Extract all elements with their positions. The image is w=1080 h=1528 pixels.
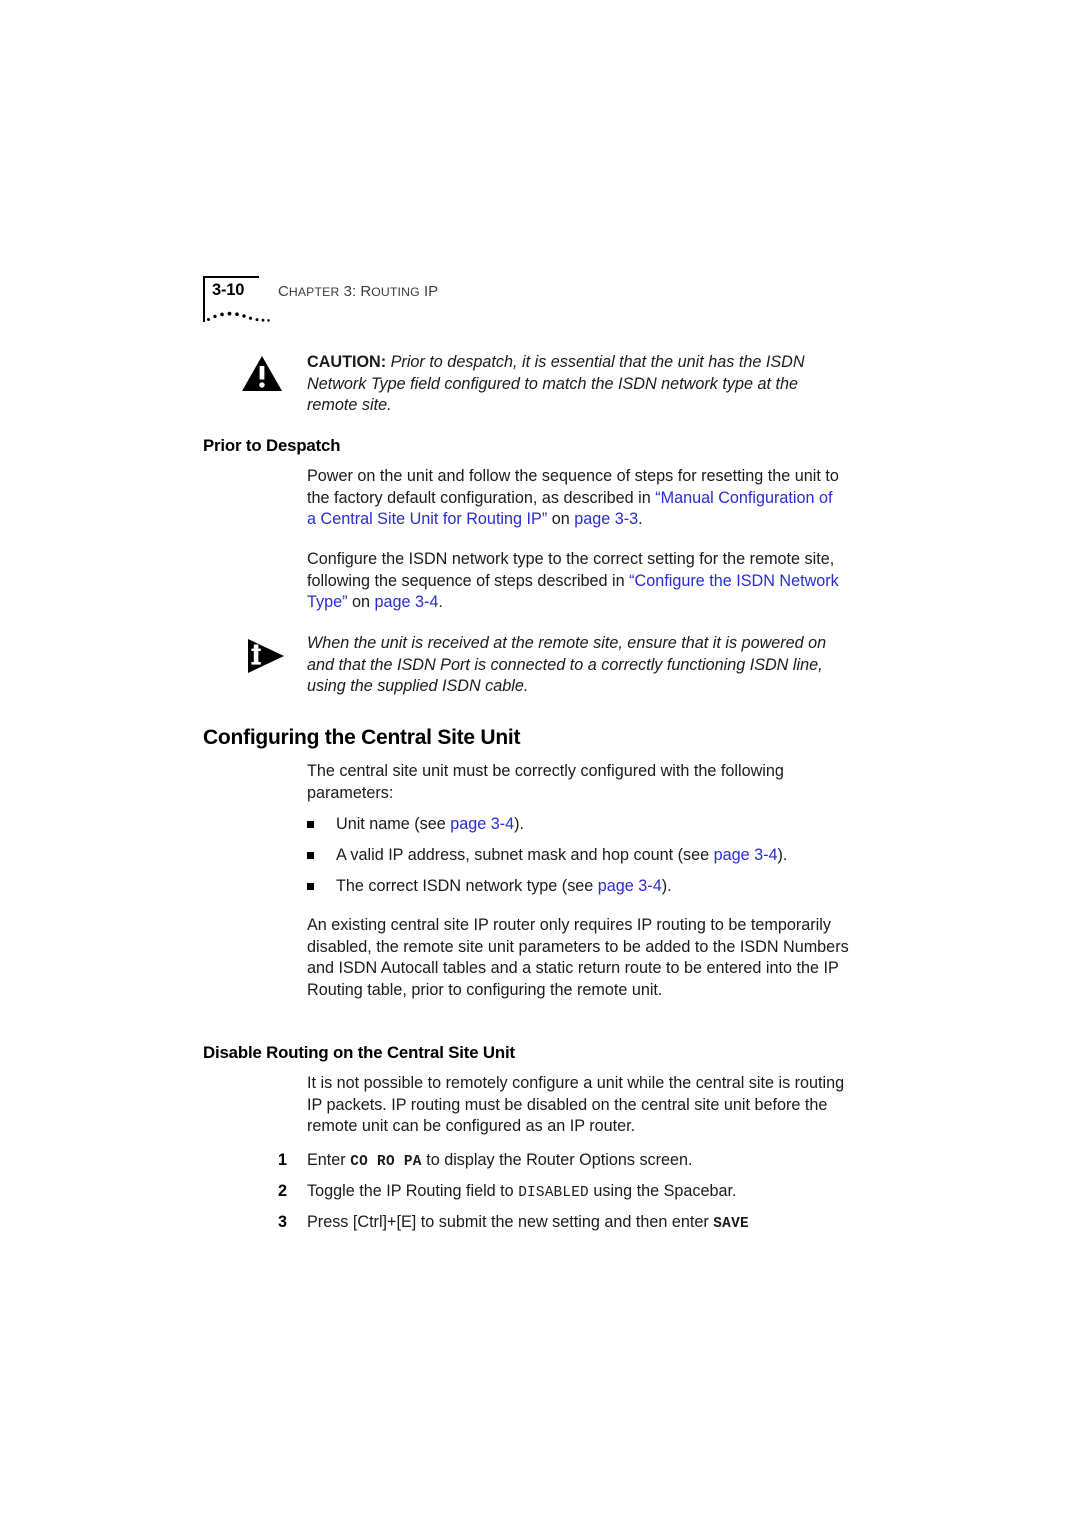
square-bullet-icon [307, 883, 314, 890]
list-item-text: The correct ISDN network type (see page … [336, 876, 852, 898]
running-header: 3-10 CHAPTER 3: ROUTING IP [203, 276, 863, 328]
chapter-name-smallcaps: OUTING [371, 285, 420, 299]
page-number: 3-10 [212, 281, 245, 299]
header-dot-arc [207, 311, 270, 322]
command-code: CO RO PA [350, 1154, 422, 1170]
step-text: Enter CO RO PA to display the Router Opt… [307, 1150, 853, 1174]
header-left-rule [203, 276, 205, 322]
step-number: 2 [278, 1182, 288, 1200]
page-reference-link[interactable]: page 3-4 [598, 877, 662, 895]
para1-after: . [638, 510, 643, 529]
caution-text: CAUTION: Prior to despatch, it is essent… [307, 352, 847, 417]
caution-label: CAUTION: [307, 353, 387, 371]
square-bullet-icon [307, 852, 314, 859]
chapter-number: 3: [339, 283, 361, 300]
page-reference-link[interactable]: page 3-4 [375, 593, 439, 611]
command-code: SAVE [713, 1216, 749, 1232]
list-item-text: Unit name (see page 3-4). [336, 814, 852, 836]
heading-prior-to-despatch: Prior to Despatch [203, 436, 341, 455]
paragraph-text: Power on the unit and follow the sequenc… [307, 466, 845, 531]
chapter-label-smallcaps: HAPTER [288, 285, 340, 299]
step-number: 3 [278, 1213, 288, 1231]
numbered-step: 1 Enter CO RO PA to display the Router O… [278, 1150, 853, 1174]
para1-mid: on [547, 510, 575, 529]
step-before: Toggle the IP Routing field to [307, 1182, 519, 1200]
bullet-after: ). [514, 815, 525, 833]
step-text: Toggle the IP Routing field to DISABLED … [307, 1181, 853, 1205]
note-text: When the unit is received at the remote … [307, 634, 827, 696]
step-number: 1 [278, 1151, 288, 1169]
configuring-body-paragraph: An existing central site IP router only … [307, 916, 849, 999]
para2-mid: on [347, 593, 375, 612]
chapter-name-last: IP [419, 283, 439, 300]
page-reference-link[interactable]: page 3-3 [574, 510, 638, 528]
chapter-title: CHAPTER 3: ROUTING IP [278, 283, 438, 300]
step-after: using the Spacebar. [588, 1182, 737, 1200]
step-text: Press [Ctrl]+[E] to submit the new setti… [307, 1212, 853, 1236]
value-code: DISABLED [518, 1185, 589, 1201]
page-reference-link[interactable]: page 3-4 [714, 846, 778, 864]
list-item: A valid IP address, subnet mask and hop … [307, 845, 852, 867]
disable-routing-paragraph: It is not possible to remotely configure… [307, 1074, 845, 1136]
bullet-before: A valid IP address, subnet mask and hop … [336, 846, 714, 864]
bullet-before: Unit name (see [336, 815, 451, 833]
header-top-rule [203, 276, 259, 278]
para2-after: . [438, 593, 443, 612]
bullet-before: The correct ISDN network type (see [336, 877, 598, 895]
step-before: Press [Ctrl]+[E] to submit the new setti… [307, 1213, 714, 1231]
paragraph-text: Configure the ISDN network type to the c… [307, 549, 845, 614]
configuring-intro-paragraph: The central site unit must be correctly … [307, 762, 784, 802]
warning-triangle-icon [241, 354, 283, 394]
prior-to-despatch-paragraph-1: Power on the unit and follow the sequenc… [307, 466, 845, 531]
heading-disable-routing: Disable Routing on the Central Site Unit [203, 1043, 515, 1062]
square-bullet-icon [307, 821, 314, 828]
step-before: Enter [307, 1151, 351, 1169]
list-item: Unit name (see page 3-4). [307, 814, 852, 836]
bullet-after: ). [777, 846, 788, 864]
list-item-text: A valid IP address, subnet mask and hop … [336, 845, 852, 867]
document-page: 3-10 CHAPTER 3: ROUTING IP CAUTION: Prio… [0, 0, 1080, 1528]
chapter-name-cap: R [360, 283, 372, 300]
prior-to-despatch-paragraph-2: Configure the ISDN network type to the c… [307, 549, 845, 614]
bullet-after: ). [661, 877, 672, 895]
info-triangle-icon [245, 636, 287, 676]
page-reference-link[interactable]: page 3-4 [450, 815, 514, 833]
numbered-step: 3 Press [Ctrl]+[E] to submit the new set… [278, 1212, 853, 1236]
step-after: to display the Router Options screen. [421, 1151, 693, 1169]
numbered-step: 2 Toggle the IP Routing field to DISABLE… [278, 1181, 853, 1205]
heading-configuring-central-site-unit: Configuring the Central Site Unit [203, 726, 521, 749]
list-item: The correct ISDN network type (see page … [307, 876, 852, 898]
chapter-label-cap: C [278, 283, 289, 300]
